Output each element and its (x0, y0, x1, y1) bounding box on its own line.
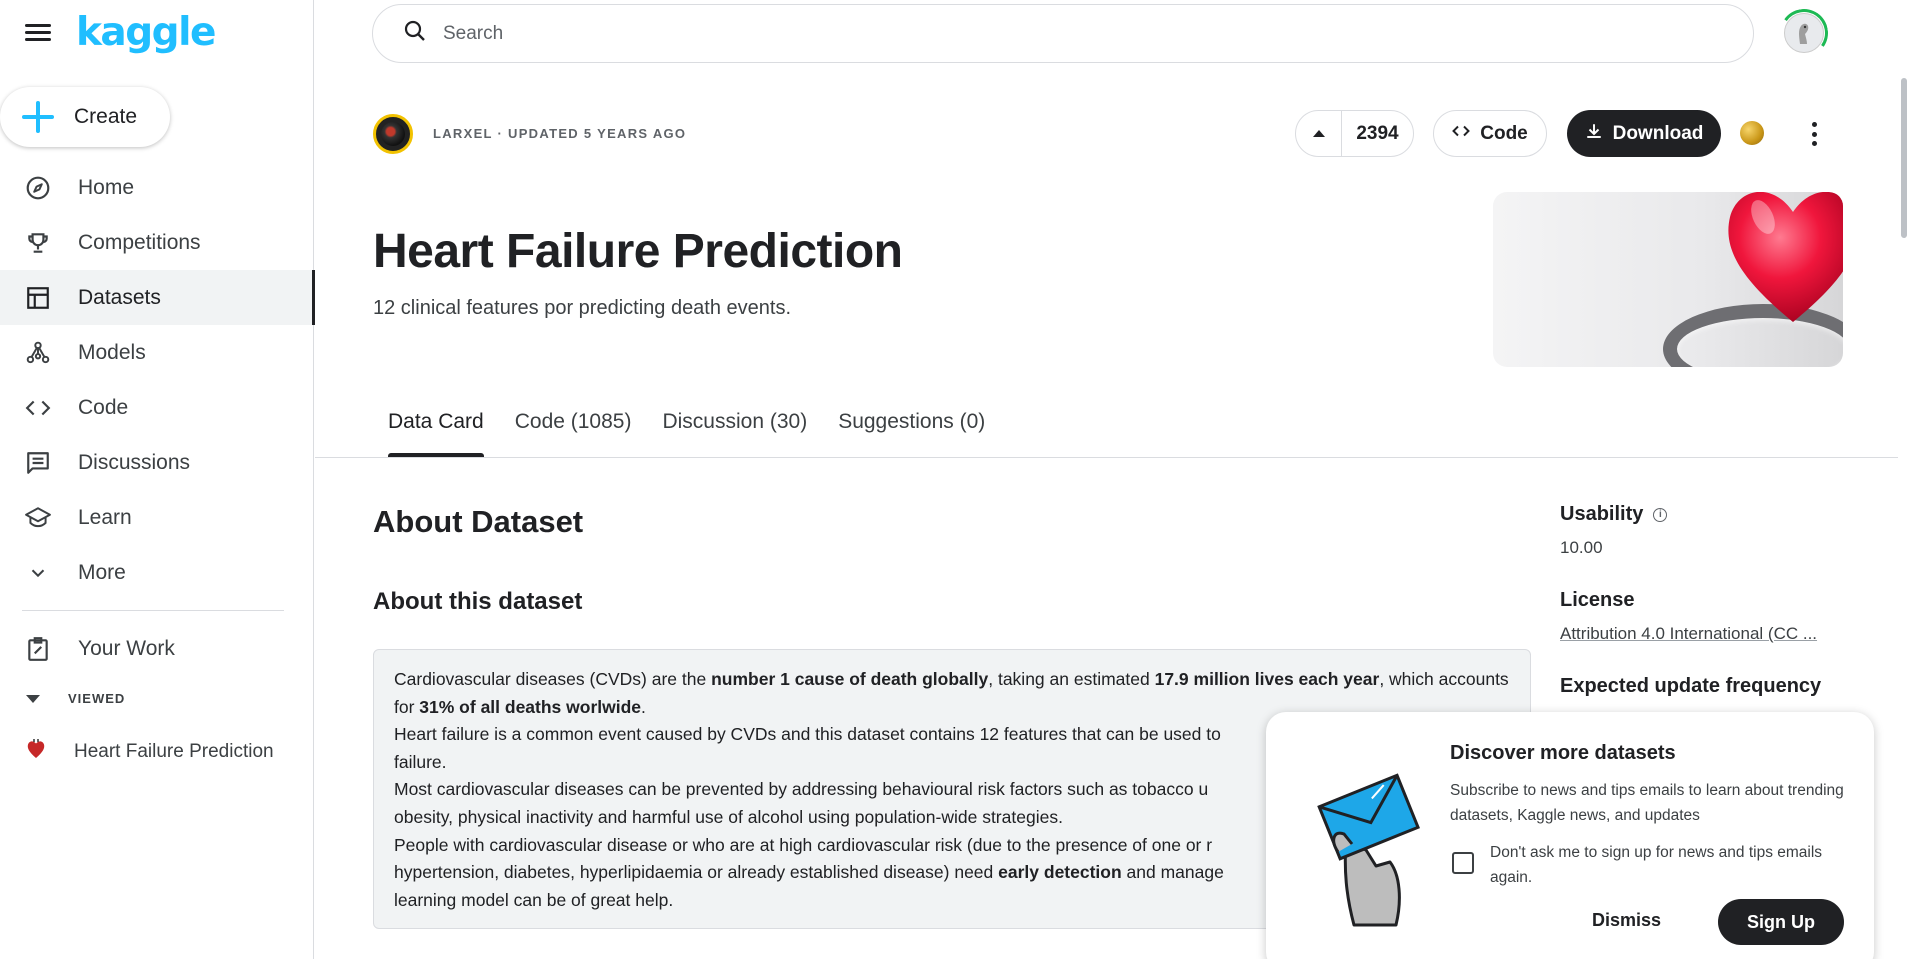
sidebar-item-models[interactable]: Models (0, 325, 314, 380)
sidebar-nav: Home Competitions Datasets Models Code D… (0, 160, 315, 600)
envelope-hand-illustration (1316, 770, 1426, 935)
code-button-label: Code (1480, 122, 1528, 144)
sidebar-item-datasets[interactable]: Datasets (0, 270, 315, 325)
dont-ask-checkbox[interactable] (1452, 852, 1474, 874)
menu-icon[interactable] (22, 20, 54, 48)
sidebar-item-label: Discussions (78, 450, 191, 474)
upvote-button[interactable] (1296, 111, 1342, 156)
sidebar-item-label: Code (78, 395, 129, 419)
discussions-icon (24, 449, 52, 477)
dataset-cover-image (1493, 192, 1843, 367)
tabs-divider (315, 457, 1898, 458)
about-dataset-heading: About Dataset (373, 504, 584, 539)
viewed-section-toggle[interactable]: VIEWED (26, 691, 125, 706)
viewed-item-heart-failure[interactable]: Heart Failure Prediction (26, 738, 274, 765)
license-link[interactable]: Attribution 4.0 International (CC ... (1560, 624, 1817, 644)
about-this-dataset-heading: About this dataset (373, 588, 583, 615)
sign-up-button[interactable]: Sign Up (1718, 899, 1844, 945)
search-input[interactable] (443, 22, 1643, 45)
create-button[interactable]: Create (0, 87, 170, 147)
tab-suggestions[interactable]: Suggestions (0) (838, 410, 985, 458)
dismiss-button[interactable]: Dismiss (1592, 910, 1661, 931)
clipboard-edit-icon (24, 635, 52, 663)
sidebar-item-label: More (78, 560, 126, 584)
sidebar-item-label: Learn (78, 505, 132, 529)
code-icon (1452, 122, 1471, 145)
code-button[interactable]: Code (1433, 110, 1547, 157)
update-frequency-label: Expected update frequency (1560, 675, 1822, 697)
usability-label: Usability (1560, 503, 1644, 525)
download-button[interactable]: Download (1567, 110, 1721, 157)
create-label: Create (74, 105, 138, 128)
popup-title: Discover more datasets (1450, 742, 1676, 764)
sidebar-item-code[interactable]: Code (0, 380, 314, 435)
school-icon (24, 504, 52, 532)
usability-section: Usability i 10.00 (1560, 503, 1668, 558)
info-icon[interactable]: i (1653, 507, 1668, 522)
viewed-label: VIEWED (68, 691, 126, 706)
your-work-row[interactable]: Your Work (0, 621, 314, 676)
sidebar-item-label: Datasets (78, 285, 161, 309)
search-bar[interactable] (372, 4, 1754, 63)
dataset-title: Heart Failure Prediction (373, 225, 903, 278)
sidebar-item-more[interactable]: More (0, 545, 314, 600)
user-avatar[interactable] (1784, 13, 1824, 53)
dataset-subtitle: 12 clinical features por predicting deat… (373, 297, 792, 319)
plus-icon (22, 101, 54, 133)
caret-down-icon (26, 694, 40, 703)
more-options-icon[interactable] (1806, 118, 1822, 150)
sidebar-item-label: Models (78, 340, 146, 364)
sidebar-item-learn[interactable]: Learn (0, 490, 314, 545)
arrow-up-icon (1312, 130, 1325, 137)
gold-medal-icon (1740, 121, 1764, 145)
table-icon (24, 284, 52, 312)
download-button-label: Download (1612, 122, 1704, 144)
dataset-tabs: Data Card Code (1085) Discussion (30) Su… (388, 410, 1016, 458)
popup-description: Subscribe to news and tips emails to lea… (1450, 782, 1844, 824)
your-work-label: Your Work (78, 636, 175, 660)
sidebar-divider (22, 610, 284, 611)
sidebar-item-label: Competitions (78, 230, 201, 254)
sidebar-item-your-work[interactable]: Your Work (0, 621, 314, 676)
dont-ask-label[interactable]: Don't ask me to sign up for news and tip… (1490, 840, 1830, 890)
license-section: License Attribution 4.0 International (C… (1560, 589, 1817, 644)
upvote-count: 2394 (1356, 122, 1399, 144)
tab-data-card[interactable]: Data Card (388, 410, 484, 458)
sidebar-item-label: Home (78, 175, 135, 199)
trophy-icon (24, 229, 52, 257)
chevron-down-icon (24, 559, 52, 587)
search-icon (403, 19, 427, 48)
heart-dataset-icon (26, 738, 46, 765)
sidebar-item-competitions[interactable]: Competitions (0, 215, 314, 270)
code-icon (24, 394, 52, 422)
tab-code[interactable]: Code (1085) (515, 410, 632, 458)
upvote-control: 2394 (1295, 110, 1414, 157)
compass-icon (24, 174, 52, 202)
viewed-item-label: Heart Failure Prediction (74, 740, 274, 762)
sidebar-item-home[interactable]: Home (0, 160, 314, 215)
license-label: License (1560, 589, 1635, 611)
download-icon (1585, 122, 1603, 145)
usability-value: 10.00 (1560, 538, 1603, 557)
owner-avatar[interactable] (373, 114, 413, 154)
kaggle-logo[interactable]: kaggle (76, 10, 216, 55)
models-icon (24, 339, 52, 367)
owner-updated-line: LARXEL · UPDATED 5 YEARS AGO (433, 126, 687, 141)
newsletter-popup: Discover more datasets Subscribe to news… (1266, 712, 1874, 959)
sidebar: kaggle Create Home Competitions Datasets (0, 0, 315, 959)
tab-discussion[interactable]: Discussion (30) (662, 410, 807, 458)
sidebar-item-discussions[interactable]: Discussions (0, 435, 314, 490)
page-scrollbar[interactable] (1901, 78, 1907, 238)
